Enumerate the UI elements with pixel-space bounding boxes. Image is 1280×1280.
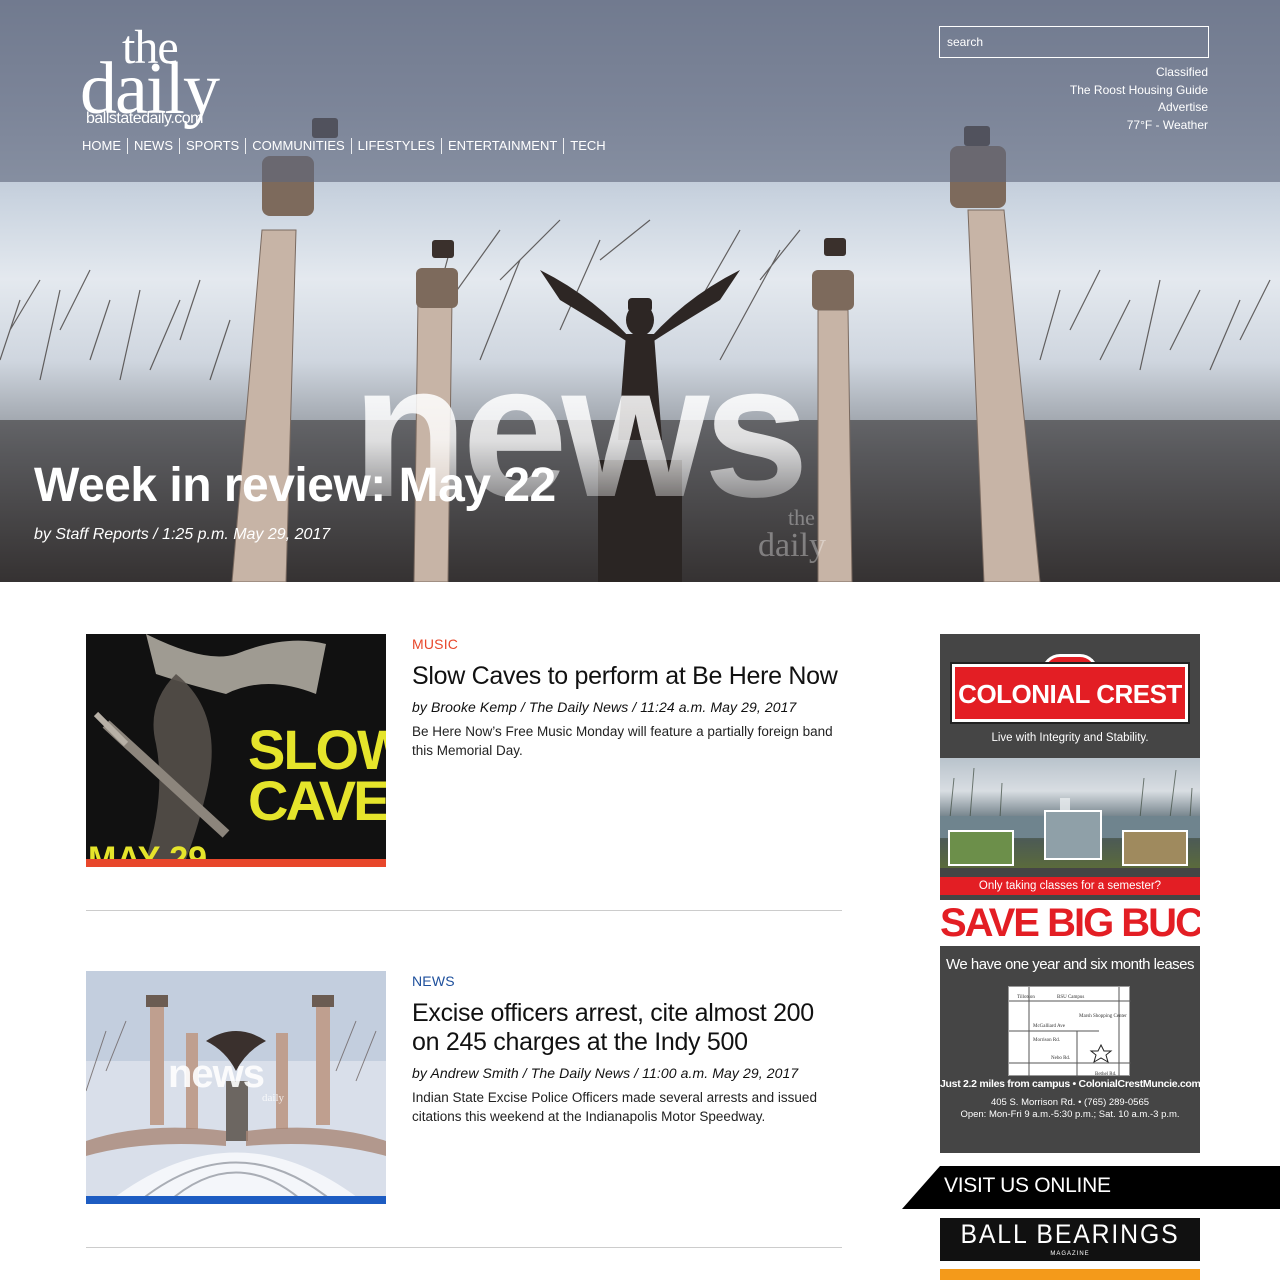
article-headline: Slow Caves to perform at Be Here Now (412, 662, 842, 691)
ball-bearings-title: BALL BEARINGS (960, 1219, 1180, 1249)
article-thumbnail[interactable]: SLOW CAVES MAY 29 (86, 634, 386, 867)
visit-us-label: VISIT US ONLINE (944, 1174, 1111, 1197)
hero-overlay-brand: the daily (758, 504, 826, 563)
hero-headline[interactable]: Week in review: May 22 (34, 456, 556, 516)
article-thumbnail[interactable]: news daily (86, 971, 386, 1204)
article-byline: by Andrew Smith / The Daily News / 11:00… (412, 1065, 799, 1081)
utility-links: Classified The Roost Housing Guide Adver… (1070, 64, 1208, 134)
article-summary: Be Here Now’s Free Music Monday will fea… (412, 724, 833, 758)
main-nav: HOME NEWS SPORTS COMMUNITIES LIFESTYLES … (82, 138, 612, 154)
photo-overlay-word: news (168, 1052, 264, 1096)
logo-url: ballstatedaily.com (86, 110, 203, 127)
article-card: SLOW CAVES MAY 29 MUSIC Slow Caves to pe… (86, 634, 842, 867)
nav-news[interactable]: NEWS (127, 138, 179, 154)
article-card: news daily NEWS Excise officers arrest, … (86, 971, 842, 1204)
map-label-marsh: Marsh Shopping Center (1079, 1014, 1127, 1019)
link-advertise[interactable]: Advertise (1070, 99, 1208, 117)
nav-lifestyles[interactable]: LIFESTYLES (350, 138, 441, 154)
slow-caves-poster: SLOW CAVES MAY 29 (86, 634, 386, 867)
ball-bearings-ad[interactable]: BALL BEARINGS MAGAZINE (940, 1218, 1200, 1261)
ad-headline: SAVE BIG BUCKS! (940, 900, 1200, 946)
article-headline-link[interactable]: Excise officers arrest, cite almost 200 … (412, 999, 814, 1056)
article-byline: by Brooke Kemp / The Daily News / 11:24 … (412, 699, 797, 715)
article-divider (86, 910, 842, 911)
article-category[interactable]: NEWS (412, 971, 842, 991)
hero-banner[interactable]: the daily ballstatedaily.com HOME NEWS S… (0, 0, 1280, 582)
news-monument-photo: news daily (86, 971, 386, 1204)
thumbnail-category-bar (86, 859, 386, 867)
map-label-tillotson: Tillotson (1017, 995, 1035, 1000)
nav-communities[interactable]: COMMUNITIES (245, 138, 350, 154)
article-headline-link[interactable]: Slow Caves to perform at Be Here Now (412, 662, 838, 690)
nav-home[interactable]: HOME (82, 138, 127, 154)
ad-question: Only taking classes for a semester? (940, 877, 1200, 895)
hero-byline: by Staff Reports / 1:25 p.m. May 29, 201… (34, 526, 331, 543)
article-category[interactable]: MUSIC (412, 634, 842, 654)
hero-overlay-brand-daily: daily (758, 527, 826, 564)
ad-footer: Just 2.2 miles from campus • ColonialCre… (940, 1078, 1200, 1090)
map-label-morrison: Morrison Rd. (1033, 1038, 1060, 1043)
nav-tech[interactable]: TECH (563, 138, 611, 154)
article-summary: Indian State Excise Police Officers made… (412, 1090, 817, 1124)
map-label-campus: BSU Campus (1057, 995, 1084, 1000)
ball-bearings-subtitle: MAGAZINE (1050, 1251, 1090, 1257)
ad-tagline: Live with Integrity and Stability. (991, 732, 1149, 744)
photo-overlay-brand: daily (262, 1092, 284, 1104)
nav-sports[interactable]: SPORTS (179, 138, 245, 154)
map-label-nebo: Nebo Rd. (1051, 1056, 1070, 1061)
nav-entertainment[interactable]: ENTERTAINMENT (440, 138, 563, 154)
map-label-mcgalliard: McGalliard Ave (1033, 1024, 1066, 1029)
colonial-crest-ad[interactable]: COLONIAL CREST Live with Integrity and S… (940, 634, 1200, 1153)
link-roost-housing-guide[interactable]: The Roost Housing Guide (1070, 82, 1208, 100)
ad-hours: Open: Mon-Fri 9 a.m.-5:30 p.m.; Sat. 10 … (960, 1109, 1180, 1120)
article-headline: Excise officers arrest, cite almost 200 … (412, 999, 842, 1057)
link-classified[interactable]: Classified (1070, 64, 1208, 82)
poster-text-caves: CAVES (248, 769, 386, 832)
article-meta: NEWS Excise officers arrest, cite almost… (412, 971, 842, 1126)
ad-map-drawing: Tillotson BSU Campus McGalliard Ave Morr… (1009, 987, 1131, 1077)
ad-subhead: We have one year and six month leases (945, 956, 1195, 973)
star-icon (1089, 1043, 1113, 1064)
partner-ad-strip[interactable] (940, 1269, 1200, 1280)
map-label-bethel: Bethel Rd. (1095, 1072, 1116, 1077)
thumbnail-category-bar (86, 1196, 386, 1204)
ad-location-map: Tillotson BSU Campus McGalliard Ave Morr… (1008, 986, 1131, 1077)
article-divider (86, 1247, 842, 1248)
ad-inset-photo (948, 830, 1014, 866)
ad-brand-name: COLONIAL CREST (950, 662, 1190, 724)
ad-inset-photo (1122, 830, 1188, 866)
search-input[interactable] (939, 26, 1209, 58)
ad-inset-photo (1044, 810, 1102, 860)
ad-address: 405 S. Morrison Rd. • (765) 289-0565 (990, 1097, 1150, 1108)
article-meta: MUSIC Slow Caves to perform at Be Here N… (412, 634, 842, 760)
link-weather[interactable]: 77°F - Weather (1070, 117, 1208, 135)
